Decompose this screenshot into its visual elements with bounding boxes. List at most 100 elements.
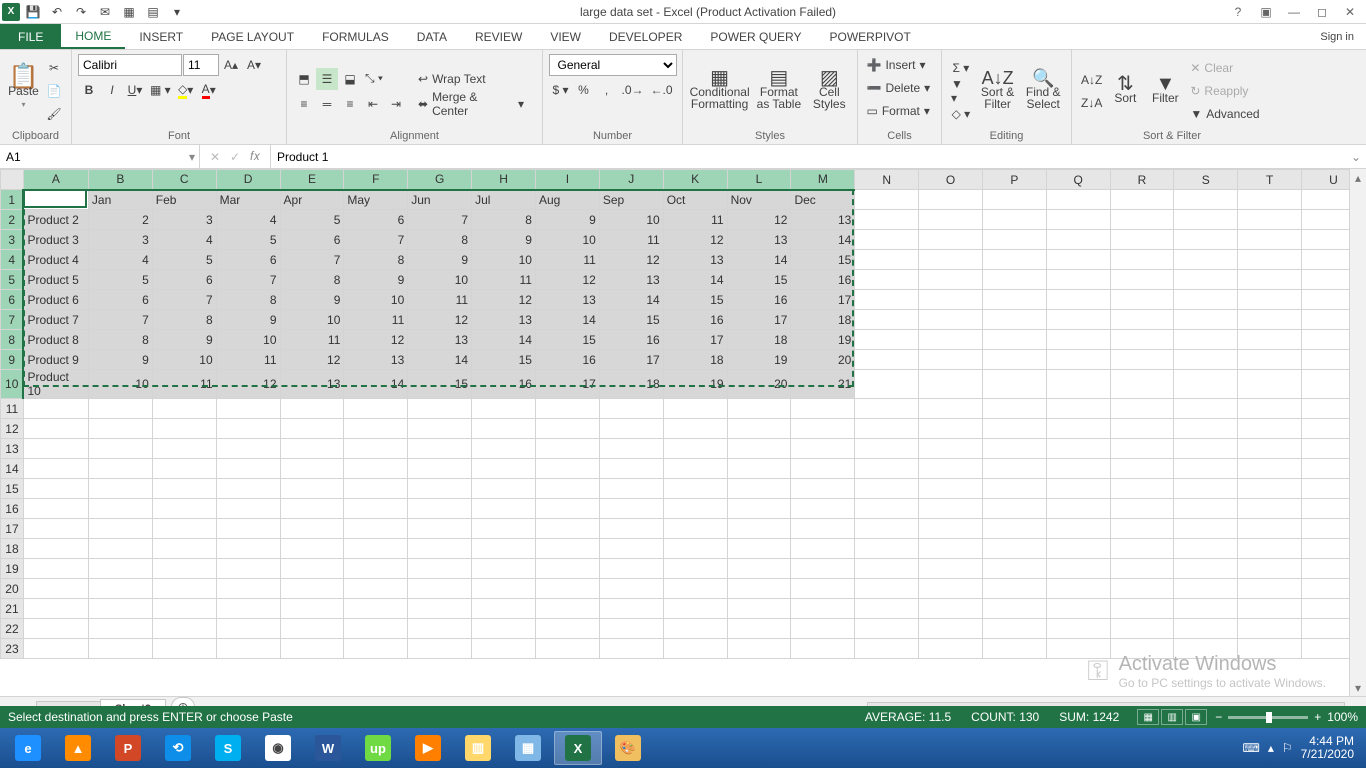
cell-K4[interactable]: 13 [663,250,727,270]
cell-C9[interactable]: 10 [152,350,216,370]
cell-F3[interactable]: 7 [344,230,408,250]
cell-A8[interactable]: Product 8 [23,330,88,350]
cell-L6[interactable]: 16 [727,290,791,310]
cell-J2[interactable]: 10 [599,210,663,230]
cell-C20[interactable] [152,579,216,599]
cell-I15[interactable] [535,479,599,499]
cell-J4[interactable]: 12 [599,250,663,270]
sort-button[interactable]: ⇅Sort [1107,58,1143,124]
cell-K14[interactable] [663,459,727,479]
cell-L3[interactable]: 13 [727,230,791,250]
cell-L7[interactable]: 17 [727,310,791,330]
cell-O5[interactable] [919,270,983,290]
cell-S12[interactable] [1174,419,1238,439]
cell-M22[interactable] [791,619,855,639]
row-header-16[interactable]: 16 [1,499,24,519]
col-header-D[interactable]: D [216,170,280,190]
cell-E19[interactable] [280,559,344,579]
delete-cells-button[interactable]: ➖Delete ▾ [864,77,936,99]
col-header-J[interactable]: J [599,170,663,190]
cell-G20[interactable] [408,579,472,599]
cell-G18[interactable] [408,539,472,559]
undo-icon[interactable]: ↶ [46,1,68,23]
cell-A2[interactable]: Product 2 [23,210,88,230]
cell-J23[interactable] [599,639,663,659]
cell-Q3[interactable] [1046,230,1110,250]
cell-L1[interactable]: Nov [727,190,791,210]
cell-Q12[interactable] [1046,419,1110,439]
bold-icon[interactable]: B [78,79,100,101]
align-right-icon[interactable]: ≡ [339,93,361,115]
row-header-5[interactable]: 5 [1,270,24,290]
cell-Q23[interactable] [1046,639,1110,659]
cell-N13[interactable] [855,439,919,459]
cell-S23[interactable] [1174,639,1238,659]
col-header-G[interactable]: G [408,170,472,190]
cell-D16[interactable] [216,499,280,519]
cell-A20[interactable] [23,579,88,599]
cell-M12[interactable] [791,419,855,439]
cell-D6[interactable]: 8 [216,290,280,310]
cell-G12[interactable] [408,419,472,439]
cell-K6[interactable]: 15 [663,290,727,310]
cell-M3[interactable]: 14 [791,230,855,250]
cell-B5[interactable]: 5 [88,270,152,290]
cell-G2[interactable]: 7 [408,210,472,230]
cell-B9[interactable]: 9 [88,350,152,370]
cell-H21[interactable] [472,599,536,619]
cell-F4[interactable]: 8 [344,250,408,270]
cell-M7[interactable]: 18 [791,310,855,330]
cell-B10[interactable]: 10 [88,370,152,399]
col-header-F[interactable]: F [344,170,408,190]
cell-J21[interactable] [599,599,663,619]
cell-R7[interactable] [1110,310,1174,330]
cell-Q16[interactable] [1046,499,1110,519]
cell-N12[interactable] [855,419,919,439]
cell-F12[interactable] [344,419,408,439]
col-header-P[interactable]: P [982,170,1046,190]
number-format-combo[interactable]: General [549,54,677,76]
cell-G3[interactable]: 8 [408,230,472,250]
cell-B14[interactable] [88,459,152,479]
cell-T7[interactable] [1238,310,1302,330]
cell-A7[interactable]: Product 7 [23,310,88,330]
cell-A16[interactable] [23,499,88,519]
col-header-Q[interactable]: Q [1046,170,1110,190]
cell-I14[interactable] [535,459,599,479]
cell-R3[interactable] [1110,230,1174,250]
conditional-formatting-button[interactable]: ▦Conditional Formatting [689,58,750,124]
cell-C21[interactable] [152,599,216,619]
insert-cells-button[interactable]: ➕Insert ▾ [864,54,936,76]
cell-Q5[interactable] [1046,270,1110,290]
cell-P20[interactable] [982,579,1046,599]
cell-N20[interactable] [855,579,919,599]
cell-I10[interactable]: 17 [535,370,599,399]
cell-F14[interactable] [344,459,408,479]
tab-home[interactable]: HOME [61,24,125,49]
cell-O1[interactable] [919,190,983,210]
cell-I4[interactable]: 11 [535,250,599,270]
zoom-level[interactable]: 100% [1327,710,1358,724]
cell-J18[interactable] [599,539,663,559]
cell-I6[interactable]: 13 [535,290,599,310]
format-cells-button[interactable]: ▭Format ▾ [864,100,936,122]
cell-D15[interactable] [216,479,280,499]
cell-K15[interactable] [663,479,727,499]
cell-C17[interactable] [152,519,216,539]
cell-M6[interactable]: 17 [791,290,855,310]
quickprint-icon[interactable]: ▦ [118,1,140,23]
cell-K5[interactable]: 14 [663,270,727,290]
cell-F19[interactable] [344,559,408,579]
cell-I17[interactable] [535,519,599,539]
cell-A4[interactable]: Product 4 [23,250,88,270]
cell-B22[interactable] [88,619,152,639]
sign-in-link[interactable]: Sign in [1308,24,1366,49]
cell-P4[interactable] [982,250,1046,270]
taskbar-up-icon[interactable]: up [354,731,402,765]
cell-A21[interactable] [23,599,88,619]
tab-formulas[interactable]: FORMULAS [308,24,403,49]
cell-R6[interactable] [1110,290,1174,310]
cell-O16[interactable] [919,499,983,519]
cell-C4[interactable]: 5 [152,250,216,270]
cell-I16[interactable] [535,499,599,519]
